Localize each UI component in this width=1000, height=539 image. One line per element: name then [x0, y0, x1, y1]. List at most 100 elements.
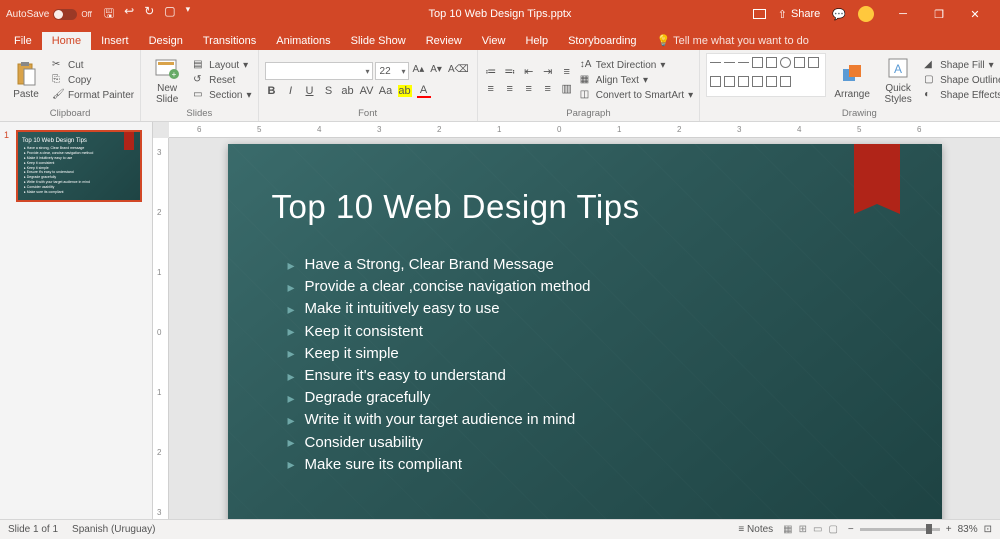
sorter-view-icon[interactable]: ⊞: [799, 524, 807, 535]
line-spacing-icon[interactable]: ≡: [560, 66, 574, 78]
autosave-toggle[interactable]: AutoSave Off: [6, 9, 92, 20]
copy-button[interactable]: ⎘Copy: [52, 74, 134, 86]
qat-dropdown-icon[interactable]: ▾: [186, 4, 191, 25]
list-item[interactable]: Keep it consistent: [288, 321, 942, 343]
tab-design[interactable]: Design: [139, 32, 193, 50]
list-item[interactable]: Write it with your target audience in mi…: [288, 409, 942, 431]
fit-to-window-icon[interactable]: ⊡: [984, 524, 992, 535]
tab-slideshow[interactable]: Slide Show: [341, 32, 416, 50]
highlight-icon[interactable]: ab: [398, 85, 412, 97]
section-button[interactable]: ▭Section ▾: [193, 89, 251, 101]
tell-me-search[interactable]: 💡 Tell me what you want to do: [647, 31, 819, 50]
tab-file[interactable]: File: [4, 32, 42, 50]
undo-icon[interactable]: ↩: [124, 4, 134, 25]
list-item[interactable]: Have a Strong, Clear Brand Message: [288, 254, 942, 276]
align-text-button[interactable]: ▦Align Text ▾: [580, 74, 693, 86]
workspace: 1 Top 10 Web Design Tips ▸ Have a strong…: [0, 122, 1000, 519]
quick-styles-button[interactable]: A Quick Styles: [878, 53, 918, 107]
horizontal-ruler[interactable]: 6 5 4 3 2 1 0 1 2 3 4 5 6: [169, 122, 1000, 138]
redo-icon[interactable]: ↻: [144, 4, 154, 25]
normal-view-icon[interactable]: ▦: [783, 524, 792, 535]
shape-fill-button[interactable]: ◢Shape Fill ▾: [924, 59, 1000, 71]
shape-fill-icon: ◢: [924, 59, 936, 71]
underline-icon[interactable]: U: [303, 85, 317, 97]
increase-font-icon[interactable]: A▴: [411, 62, 427, 80]
tab-transitions[interactable]: Transitions: [193, 32, 266, 50]
list-item[interactable]: Degrade gracefully: [288, 387, 942, 409]
align-left-icon[interactable]: ≡: [484, 83, 498, 95]
start-slideshow-icon[interactable]: ▢: [164, 4, 175, 25]
list-item[interactable]: Keep it simple: [288, 343, 942, 365]
reset-button[interactable]: ↺Reset: [193, 74, 251, 86]
close-button[interactable]: ✕: [958, 0, 992, 28]
format-painter-button[interactable]: 🖌Format Painter: [52, 89, 134, 101]
new-slide-button[interactable]: + New Slide: [147, 53, 187, 107]
convert-smartart-button[interactable]: ◫Convert to SmartArt ▾: [580, 89, 693, 101]
slide[interactable]: Top 10 Web Design Tips Have a Strong, Cl…: [228, 144, 942, 519]
font-family-select[interactable]: [265, 62, 373, 80]
shapes-gallery[interactable]: [706, 53, 826, 97]
numbering-icon[interactable]: ≕: [503, 65, 517, 78]
account-icon[interactable]: [858, 6, 874, 22]
paste-button[interactable]: Paste: [6, 53, 46, 107]
clear-format-icon[interactable]: A⌫: [446, 62, 471, 80]
layout-button[interactable]: ▤Layout ▾: [193, 59, 251, 71]
zoom-slider[interactable]: [860, 528, 940, 531]
columns-icon[interactable]: ▥: [560, 82, 574, 95]
bullets-icon[interactable]: ≔: [484, 65, 498, 78]
ribbon-display-icon[interactable]: [753, 9, 766, 19]
spacing-icon[interactable]: AV: [360, 85, 374, 97]
save-icon[interactable]: 🖫: [104, 4, 114, 25]
justify-icon[interactable]: ≡: [541, 83, 555, 95]
slide-bullet-list[interactable]: Have a Strong, Clear Brand Message Provi…: [228, 226, 942, 476]
maximize-button[interactable]: ❐: [922, 0, 956, 28]
window-controls: ─ ❐ ✕: [886, 0, 992, 28]
tab-storyboarding[interactable]: Storyboarding: [558, 32, 647, 50]
align-center-icon[interactable]: ≡: [503, 83, 517, 95]
text-direction-button[interactable]: ↕AText Direction ▾: [580, 59, 693, 71]
autosave-state: Off: [81, 10, 92, 19]
notes-button[interactable]: ≡ Notes: [738, 524, 773, 535]
align-right-icon[interactable]: ≡: [522, 83, 536, 95]
tab-insert[interactable]: Insert: [91, 32, 139, 50]
language-indicator[interactable]: Spanish (Uruguay): [72, 524, 155, 535]
tab-home[interactable]: Home: [42, 32, 91, 50]
shape-effects-button[interactable]: ◐Shape Effects ▾: [924, 89, 1000, 101]
tab-animations[interactable]: Animations: [266, 32, 340, 50]
slideshow-view-icon[interactable]: ▢: [828, 524, 837, 535]
share-button[interactable]: ⇧ Share: [778, 8, 821, 21]
decrease-font-icon[interactable]: A▾: [428, 62, 444, 80]
cut-button[interactable]: ✂Cut: [52, 59, 134, 71]
comments-icon[interactable]: 💬: [832, 8, 846, 21]
zoom-out-icon[interactable]: −: [848, 524, 854, 535]
slide-title[interactable]: Top 10 Web Design Tips: [228, 144, 942, 226]
reading-view-icon[interactable]: ▭: [813, 524, 822, 535]
zoom-level[interactable]: 83%: [958, 524, 978, 535]
slide-counter[interactable]: Slide 1 of 1: [8, 524, 58, 535]
case-icon[interactable]: Aa: [379, 85, 393, 97]
list-item[interactable]: Consider usability: [288, 432, 942, 454]
italic-icon[interactable]: I: [284, 85, 298, 97]
list-item[interactable]: Make sure its compliant: [288, 454, 942, 476]
tab-view[interactable]: View: [472, 32, 516, 50]
list-item[interactable]: Ensure it's easy to understand: [288, 365, 942, 387]
bold-icon[interactable]: B: [265, 85, 279, 97]
list-item[interactable]: Make it intuitively easy to use: [288, 298, 942, 320]
slide-canvas[interactable]: Top 10 Web Design Tips Have a Strong, Cl…: [169, 138, 1000, 519]
minimize-button[interactable]: ─: [886, 0, 920, 28]
indent-right-icon[interactable]: ⇥: [541, 65, 555, 78]
vertical-ruler[interactable]: 3 2 1 0 1 2 3: [153, 138, 169, 519]
slide-thumbnails-panel[interactable]: 1 Top 10 Web Design Tips ▸ Have a strong…: [0, 122, 153, 519]
font-color-icon[interactable]: A: [417, 84, 431, 98]
shadow-icon[interactable]: ab: [341, 85, 355, 97]
list-item[interactable]: Provide a clear ,concise navigation meth…: [288, 276, 942, 298]
font-size-select[interactable]: 22: [375, 62, 409, 80]
arrange-button[interactable]: Arrange: [832, 53, 872, 107]
strikethrough-icon[interactable]: S: [322, 85, 336, 97]
slide-thumbnail-1[interactable]: 1 Top 10 Web Design Tips ▸ Have a strong…: [6, 130, 146, 202]
indent-left-icon[interactable]: ⇤: [522, 65, 536, 78]
zoom-in-icon[interactable]: +: [946, 524, 952, 535]
tab-review[interactable]: Review: [416, 32, 472, 50]
shape-outline-button[interactable]: ▢Shape Outline ▾: [924, 74, 1000, 86]
tab-help[interactable]: Help: [515, 32, 558, 50]
